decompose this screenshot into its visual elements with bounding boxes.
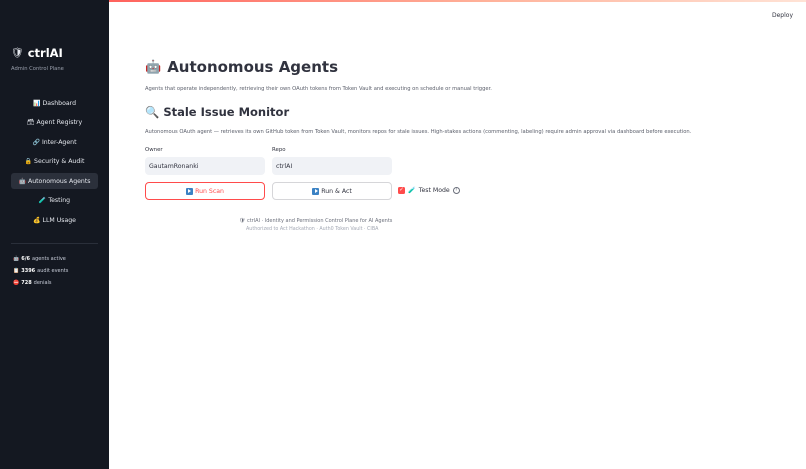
sidebar-item-dashboard[interactable]: 📊 Dashboard — [11, 95, 98, 111]
deploy-button[interactable]: Deploy — [772, 12, 793, 19]
repo-input[interactable]: ctrlAI — [272, 157, 392, 175]
section-description: Autonomous OAuth agent — retrieves its o… — [145, 129, 692, 135]
flask-icon: 🧪 — [408, 187, 416, 194]
owner-label: Owner — [145, 147, 163, 153]
money-bag-icon: 💰 — [33, 217, 41, 225]
sidebar-divider — [11, 243, 98, 244]
sidebar-item-label: Agent Registry — [36, 119, 83, 127]
repo-label: Repo — [272, 147, 286, 153]
stat-value: 3396 — [21, 268, 36, 274]
sidebar-nav: 📊 Dashboard 🗃 Agent Registry 🔗 Inter-Age… — [11, 95, 98, 232]
play-icon — [186, 187, 194, 195]
sidebar-item-testing[interactable]: 🧪 Testing — [11, 193, 98, 209]
magnifier-icon: 🔍 — [145, 105, 160, 119]
brand-title: ctrlAI — [27, 46, 63, 60]
stat-label: audit events — [37, 268, 69, 274]
sidebar-item-agent-registry[interactable]: 🗃 Agent Registry — [11, 115, 98, 131]
test-mode-label: Test Mode — [418, 186, 450, 194]
sidebar-item-autonomous-agents[interactable]: 🤖 Autonomous Agents — [11, 173, 98, 190]
sidebar-item-inter-agent[interactable]: 🔗 Inter-Agent — [11, 134, 98, 150]
sidebar-stats: 🤖 6/6 agents active 📋 3396 audit events … — [13, 253, 68, 289]
run-scan-button[interactable]: Run Scan — [145, 182, 265, 200]
sidebar-item-label: Dashboard — [42, 99, 77, 107]
play-icon — [312, 187, 320, 195]
link-icon: 🔗 — [32, 138, 40, 146]
brand-subtitle: Admin Control Plane — [11, 66, 64, 72]
test-mode-toggle[interactable]: ✓ 🧪 Test Mode ? — [398, 186, 460, 194]
sidebar-item-security-audit[interactable]: 🔒 Security & Audit — [11, 154, 98, 170]
sidebar-item-label: Inter-Agent — [41, 138, 77, 146]
sidebar-item-label: Security & Audit — [34, 158, 85, 166]
stat-denials: ⛔ 728 denials — [13, 277, 68, 289]
sidebar-item-label: LLM Usage — [42, 217, 76, 225]
help-icon[interactable]: ? — [452, 186, 460, 194]
top-decoration-bar — [0, 0, 806, 2]
stat-agents-active: 🤖 6/6 agents active — [13, 253, 68, 265]
sidebar: 🛡 ctrlAI Admin Control Plane 📊 Dashboard… — [0, 0, 109, 469]
brand: 🛡 ctrlAI — [11, 46, 63, 60]
robot-icon: 🤖 — [18, 177, 26, 185]
section-title-text: Stale Issue Monitor — [163, 105, 290, 119]
run-act-button[interactable]: Run & Act — [272, 182, 392, 200]
chart-icon: 📊 — [32, 99, 41, 107]
shield-icon: 🛡 — [239, 218, 246, 224]
robot-icon: 🤖 — [13, 256, 20, 262]
sidebar-item-label: Autonomous Agents — [27, 177, 91, 185]
run-act-label: Run & Act — [321, 187, 352, 195]
stat-label: denials — [33, 280, 52, 286]
stat-value: 728 — [21, 280, 32, 286]
page-title-text: Autonomous Agents — [167, 58, 338, 76]
footer-line-1: 🛡 ctrlAI · Identity and Permission Contr… — [239, 218, 392, 224]
no-entry-icon: ⛔ — [13, 280, 20, 286]
robot-icon: 🤖 — [145, 59, 162, 75]
flask-icon: 🧪 — [38, 197, 47, 205]
clipboard-icon: 📋 — [13, 268, 20, 274]
stat-value: 6/6 — [21, 256, 31, 262]
stat-audit-events: 📋 3396 audit events — [13, 265, 68, 277]
page-title: 🤖 Autonomous Agents — [145, 58, 338, 76]
checkbox-checked-icon[interactable]: ✓ — [398, 186, 405, 194]
footer-line-2: Authorized to Act Hackathon · Auth0 Toke… — [246, 227, 379, 232]
sidebar-item-label: Testing — [48, 197, 71, 205]
shield-icon: 🛡 — [11, 47, 24, 59]
section-title: 🔍 Stale Issue Monitor — [145, 105, 289, 119]
registry-icon: 🗃 — [26, 119, 35, 127]
footer-text: ctrlAI · Identity and Permission Control… — [246, 218, 393, 224]
sidebar-item-llm-usage[interactable]: 💰 LLM Usage — [11, 213, 98, 229]
page-description: Agents that operate independently, retri… — [145, 86, 492, 92]
lock-icon: 🔒 — [24, 158, 33, 166]
stat-label: agents active — [32, 256, 66, 262]
owner-input[interactable]: GautamRonanki — [145, 157, 265, 175]
run-scan-label: Run Scan — [195, 187, 224, 195]
